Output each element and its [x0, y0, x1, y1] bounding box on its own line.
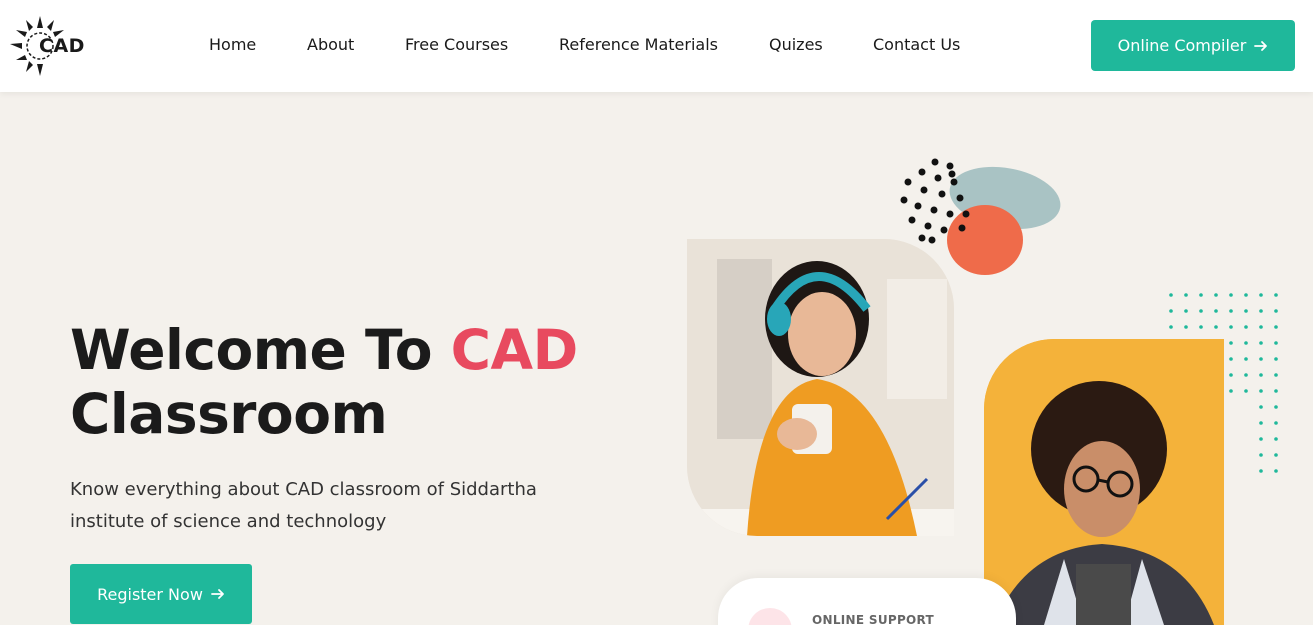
- grid-dot: [1214, 309, 1218, 313]
- arrow-right-icon: [1254, 40, 1268, 51]
- grid-dot: [1274, 437, 1278, 441]
- grid-dot: [1244, 389, 1248, 393]
- grid-dot: [1199, 325, 1203, 329]
- online-support-label: ONLINE SUPPORT: [812, 613, 935, 625]
- grid-dot: [1169, 309, 1173, 313]
- grid-dot: [1229, 325, 1233, 329]
- grid-dot: [1259, 421, 1263, 425]
- grid-dot: [1274, 325, 1278, 329]
- grid-dot: [1274, 309, 1278, 313]
- grid-dot: [1259, 405, 1263, 409]
- grid-dot: [1274, 293, 1278, 297]
- grid-dot: [1229, 341, 1233, 345]
- online-compiler-label: Online Compiler: [1117, 36, 1247, 55]
- grid-dot: [1274, 373, 1278, 377]
- grid-dot: [1229, 293, 1233, 297]
- online-support-card: ONLINE SUPPORT: [718, 578, 1016, 625]
- grid-dot: [1214, 325, 1218, 329]
- grid-dot: [1274, 469, 1278, 473]
- grid-dot: [1259, 469, 1263, 473]
- grid-dot: [1229, 389, 1233, 393]
- grid-dot: [1244, 325, 1248, 329]
- register-now-label: Register Now: [97, 584, 203, 604]
- hero-title-part2: Classroom: [70, 382, 388, 446]
- site-header: CAD Home About Free Courses Reference Ma…: [0, 0, 1313, 92]
- grid-dot: [1274, 389, 1278, 393]
- hero-title: Welcome To CAD Classroom: [70, 318, 578, 446]
- grid-dot: [1259, 389, 1263, 393]
- grid-dot: [1184, 309, 1188, 313]
- nav-about[interactable]: About: [307, 35, 354, 54]
- hero-title-accent: CAD: [450, 318, 579, 382]
- support-icon: [748, 608, 792, 625]
- hero-title-part1: Welcome To: [70, 318, 451, 382]
- grid-dot: [1259, 453, 1263, 457]
- grid-dot: [1259, 373, 1263, 377]
- nav-contact-us[interactable]: Contact Us: [873, 35, 960, 54]
- grid-dot: [1184, 325, 1188, 329]
- grid-dot: [1229, 357, 1233, 361]
- grid-dot: [1244, 357, 1248, 361]
- grid-dot: [1229, 309, 1233, 313]
- main-nav: Home About Free Courses Reference Materi…: [0, 0, 1000, 92]
- grid-dot: [1244, 309, 1248, 313]
- grid-dot: [1169, 293, 1173, 297]
- grid-dot: [1184, 293, 1188, 297]
- nav-reference-materials[interactable]: Reference Materials: [559, 35, 718, 54]
- grid-dot: [1199, 309, 1203, 313]
- grid-dot: [1259, 309, 1263, 313]
- student-photo-man: [984, 339, 1224, 625]
- grid-dot: [1244, 293, 1248, 297]
- grid-dot: [1244, 341, 1248, 345]
- grid-dot: [1199, 293, 1203, 297]
- grid-dot: [1244, 373, 1248, 377]
- student-photo-woman: [687, 239, 954, 536]
- grid-dot: [1274, 421, 1278, 425]
- grid-dot: [1259, 437, 1263, 441]
- grid-dot: [1259, 325, 1263, 329]
- grid-dot: [1169, 325, 1173, 329]
- grid-dot: [1259, 357, 1263, 361]
- grid-dot: [1229, 373, 1233, 377]
- arrow-right-icon: [211, 589, 224, 599]
- hero-description: Know everything about CAD classroom of S…: [70, 479, 537, 532]
- grid-dot: [1214, 293, 1218, 297]
- nav-free-courses[interactable]: Free Courses: [405, 35, 508, 54]
- grid-dot: [1259, 293, 1263, 297]
- nav-quizes[interactable]: Quizes: [769, 35, 823, 54]
- online-compiler-button[interactable]: Online Compiler: [1091, 20, 1295, 71]
- grid-dot: [1274, 453, 1278, 457]
- grid-dot: [1274, 405, 1278, 409]
- nav-home[interactable]: Home: [209, 35, 256, 54]
- register-now-button[interactable]: Register Now: [70, 564, 252, 624]
- grid-dot: [1274, 357, 1278, 361]
- grid-dot: [1274, 341, 1278, 345]
- grid-dot: [1259, 341, 1263, 345]
